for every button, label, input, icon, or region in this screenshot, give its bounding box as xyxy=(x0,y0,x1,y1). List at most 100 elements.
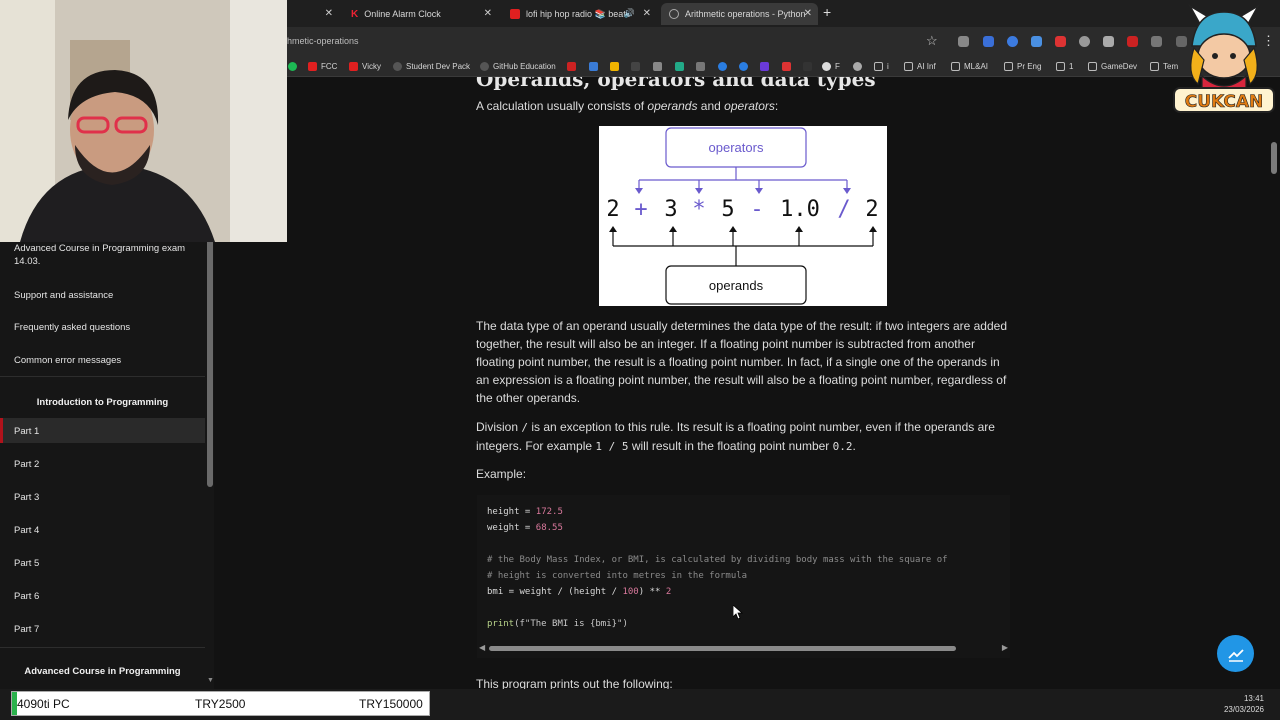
scrollbar-thumb[interactable] xyxy=(489,646,956,651)
sidebar-item-part-3[interactable]: Part 3 xyxy=(14,491,194,504)
tab-alarm-clock[interactable]: K Online Alarm Clock ✕ xyxy=(343,3,498,25)
bookmark-icon-only[interactable] xyxy=(718,62,731,71)
inline-code: 0.2 xyxy=(832,440,853,453)
extension-icon[interactable] xyxy=(983,36,994,47)
inline-code: / xyxy=(521,421,528,434)
tab-partial[interactable]: ✕ xyxy=(289,3,339,25)
bookmark-icon-only[interactable] xyxy=(610,62,623,71)
bookmark-folder-gamedev[interactable]: GameDev xyxy=(1088,62,1137,71)
extension-icon[interactable] xyxy=(1127,36,1138,47)
bookmark-folder-pr-eng[interactable]: Pr Eng xyxy=(1004,62,1041,71)
page-scrollbar-thumb[interactable] xyxy=(1271,142,1277,174)
code-horizontal-scrollbar[interactable]: ◀ ▶ xyxy=(477,643,1010,653)
extension-icon[interactable] xyxy=(1151,36,1162,47)
bookmark-icon-only[interactable] xyxy=(739,62,752,71)
sidebar-item-part-4[interactable]: Part 4 xyxy=(14,524,194,537)
operands-label: operands xyxy=(709,278,764,293)
bookmark-f[interactable]: F xyxy=(822,62,840,71)
k-logo-icon: K xyxy=(351,9,359,20)
bookmark-icon-only[interactable] xyxy=(653,62,666,71)
speaker-icon[interactable]: 🔊 xyxy=(624,8,635,19)
sidebar-item-part-1[interactable]: Part 1 xyxy=(14,425,194,438)
sidebar-divider xyxy=(0,647,205,648)
section-heading: Operands, operators and data types xyxy=(476,77,876,91)
bookmark-icon xyxy=(739,62,748,71)
shield-icon[interactable] xyxy=(1103,36,1114,47)
bookmark-icon-only[interactable] xyxy=(675,62,688,71)
page-icon xyxy=(669,9,679,19)
bookmark-label: F xyxy=(835,62,840,71)
sidebar-section-advanced[interactable]: Advanced Course in Programming xyxy=(0,666,205,677)
extension-icon[interactable] xyxy=(1079,36,1090,47)
operator-token: - xyxy=(750,197,763,222)
bookmark-folder-ml-ai[interactable]: ML&AI xyxy=(951,62,988,71)
sidebar-item-faq[interactable]: Frequently asked questions xyxy=(14,321,194,334)
tab-arithmetic[interactable]: Arithmetic operations - Python ✕ xyxy=(661,3,818,25)
progress-chart-button[interactable] xyxy=(1217,635,1254,672)
scroll-left-arrow-icon[interactable]: ◀ xyxy=(479,643,485,652)
tab-title: lofi hip hop radio 📚 beats xyxy=(526,8,631,19)
bookmark-label: GitHub Education xyxy=(493,62,556,71)
sidebar-item-part-6[interactable]: Part 6 xyxy=(14,590,194,603)
folder-icon xyxy=(1150,62,1159,71)
sidebar-item-support[interactable]: Support and assistance xyxy=(14,289,194,302)
code-comment-2: # height is converted into metres in the… xyxy=(487,571,748,581)
translate-icon[interactable] xyxy=(1031,36,1042,47)
code-line-2: weight = 68.55 xyxy=(487,523,563,533)
extension-icon[interactable] xyxy=(958,36,969,47)
bookmark-vicky[interactable]: Vicky xyxy=(349,62,381,71)
mouse-cursor-icon xyxy=(732,604,744,624)
intro-text: A calculation usually consists of xyxy=(476,99,648,113)
operand-token: 2 xyxy=(865,197,878,222)
bookmark-icon-only[interactable] xyxy=(803,62,816,71)
tab-lofi[interactable]: lofi hip hop radio 📚 beats 🔊 ✕ xyxy=(502,3,657,25)
operand-token: 1.0 xyxy=(780,197,820,222)
bookmark-star-icon[interactable]: ☆ xyxy=(926,33,938,49)
operator-token: * xyxy=(692,197,705,222)
close-tab-icon[interactable]: ✕ xyxy=(804,8,812,19)
bookmark-icon-only[interactable] xyxy=(696,62,709,71)
spotify-icon xyxy=(288,62,297,71)
goal-target-amount: TRY150000 xyxy=(359,697,423,711)
bookmark-folder-ai-inf[interactable]: AI Inf xyxy=(904,62,936,71)
close-tab-icon[interactable]: ✕ xyxy=(325,8,333,19)
bookmark-student-dev-pack[interactable]: Student Dev Pack xyxy=(393,62,470,71)
scroll-down-arrow-icon[interactable]: ▼ xyxy=(207,677,214,684)
sidebar-item-exam[interactable]: Advanced Course in Programming exam 14.0… xyxy=(14,242,194,268)
bookmark-icon-only[interactable] xyxy=(589,62,602,71)
trend-chart-icon xyxy=(1227,648,1244,662)
bookmark-icon-only[interactable] xyxy=(631,62,644,71)
bookmark-icon-only[interactable] xyxy=(853,62,866,71)
intro-operators: operators xyxy=(724,99,775,113)
bookmark-fcc[interactable]: FCC xyxy=(308,62,337,71)
goal-label-pc: 4090ti PC xyxy=(17,697,70,711)
close-tab-icon[interactable]: ✕ xyxy=(484,8,492,19)
sidebar-section-intro[interactable]: Introduction to Programming xyxy=(0,397,205,408)
bookmark-spotify[interactable] xyxy=(288,62,301,71)
bookmark-github-education[interactable]: GitHub Education xyxy=(480,62,556,71)
sidebar-item-part-7[interactable]: Part 7 xyxy=(14,623,194,636)
bookmark-folder-1[interactable]: 1 xyxy=(1056,62,1073,71)
tab-title: Online Alarm Clock xyxy=(364,9,441,19)
code-example-block[interactable]: height = 172.5 weight = 68.55 # the Body… xyxy=(477,495,1010,658)
bookmark-icon-only[interactable] xyxy=(567,62,580,71)
extension-icon[interactable] xyxy=(1007,36,1018,47)
scroll-right-arrow-icon[interactable]: ▶ xyxy=(1002,643,1008,652)
sidebar-item-errors[interactable]: Common error messages xyxy=(14,354,194,367)
output-intro-paragraph: This program prints out the following: xyxy=(476,677,673,689)
system-clock[interactable]: 13:41 23/03/2026 xyxy=(1224,693,1264,715)
sidebar-item-part-2[interactable]: Part 2 xyxy=(14,458,194,471)
adblock-icon[interactable] xyxy=(1055,36,1066,47)
close-tab-icon[interactable]: ✕ xyxy=(643,8,651,19)
bookmark-icon xyxy=(675,62,684,71)
bookmark-label: i xyxy=(887,62,889,71)
new-tab-button[interactable]: + xyxy=(823,4,831,20)
sidebar-item-part-5[interactable]: Part 5 xyxy=(14,557,194,570)
bookmark-folder-i[interactable]: i xyxy=(874,62,889,71)
url-text[interactable]: hmetic-operations xyxy=(287,36,359,46)
bookmark-icon-only[interactable] xyxy=(760,62,773,71)
bookmark-icon-only[interactable] xyxy=(782,62,795,71)
tab-title: Arithmetic operations - Python xyxy=(685,9,806,19)
github-icon xyxy=(393,62,402,71)
sidebar-scrollbar[interactable] xyxy=(207,237,213,487)
